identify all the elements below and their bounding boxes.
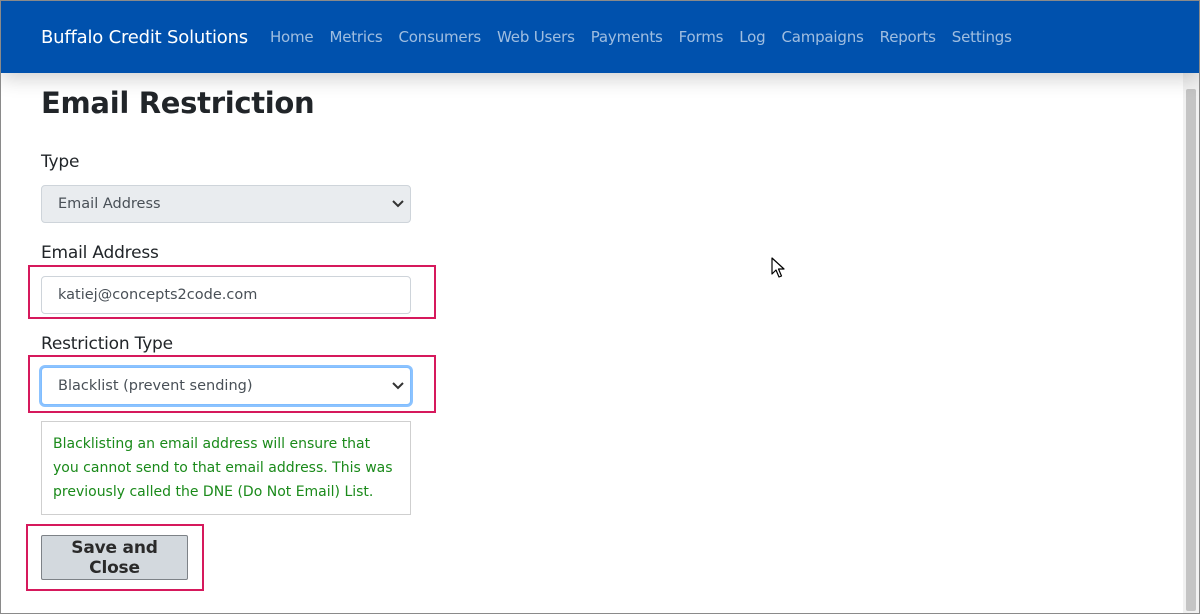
page-header: Email Restriction xyxy=(41,81,441,125)
nav-link-forms[interactable]: Forms xyxy=(671,28,732,46)
restriction-type-value: Blacklist (prevent sending) xyxy=(58,378,253,394)
scrollbar-thumb[interactable] xyxy=(1186,89,1196,611)
top-navbar: Buffalo Credit Solutions Home Metrics Co… xyxy=(1,1,1199,73)
nav-link-settings[interactable]: Settings xyxy=(944,28,1020,46)
type-select[interactable]: Email Address xyxy=(41,185,411,223)
chevron-down-icon xyxy=(392,380,404,393)
type-select-value: Email Address xyxy=(58,196,161,212)
nav-link-consumers[interactable]: Consumers xyxy=(391,28,490,46)
nav-links: Home Metrics Consumers Web Users Payment… xyxy=(262,28,1020,46)
brand-name[interactable]: Buffalo Credit Solutions xyxy=(41,27,248,48)
nav-link-reports[interactable]: Reports xyxy=(872,28,944,46)
page-title: Email Restriction xyxy=(41,86,315,120)
save-and-close-button[interactable]: Save and Close xyxy=(41,535,188,580)
email-address-value: katiej@concepts2code.com xyxy=(58,287,258,303)
email-address-label: Email Address xyxy=(41,243,159,263)
nav-link-campaigns[interactable]: Campaigns xyxy=(773,28,871,46)
nav-link-payments[interactable]: Payments xyxy=(583,28,671,46)
mouse-pointer-icon xyxy=(771,257,785,283)
nav-link-home[interactable]: Home xyxy=(262,28,322,46)
nav-link-metrics[interactable]: Metrics xyxy=(321,28,390,46)
nav-link-log[interactable]: Log xyxy=(731,28,773,46)
email-address-input[interactable]: katiej@concepts2code.com xyxy=(41,276,411,314)
chevron-down-icon xyxy=(392,198,404,211)
restriction-type-label: Restriction Type xyxy=(41,334,173,354)
type-label: Type xyxy=(41,152,80,172)
nav-link-web-users[interactable]: Web Users xyxy=(489,28,583,46)
app-window: Buffalo Credit Solutions Home Metrics Co… xyxy=(0,0,1200,614)
restriction-type-select[interactable]: Blacklist (prevent sending) xyxy=(41,367,411,405)
restriction-help-text: Blacklisting an email address will ensur… xyxy=(41,421,411,515)
vertical-scrollbar[interactable] xyxy=(1183,73,1199,613)
